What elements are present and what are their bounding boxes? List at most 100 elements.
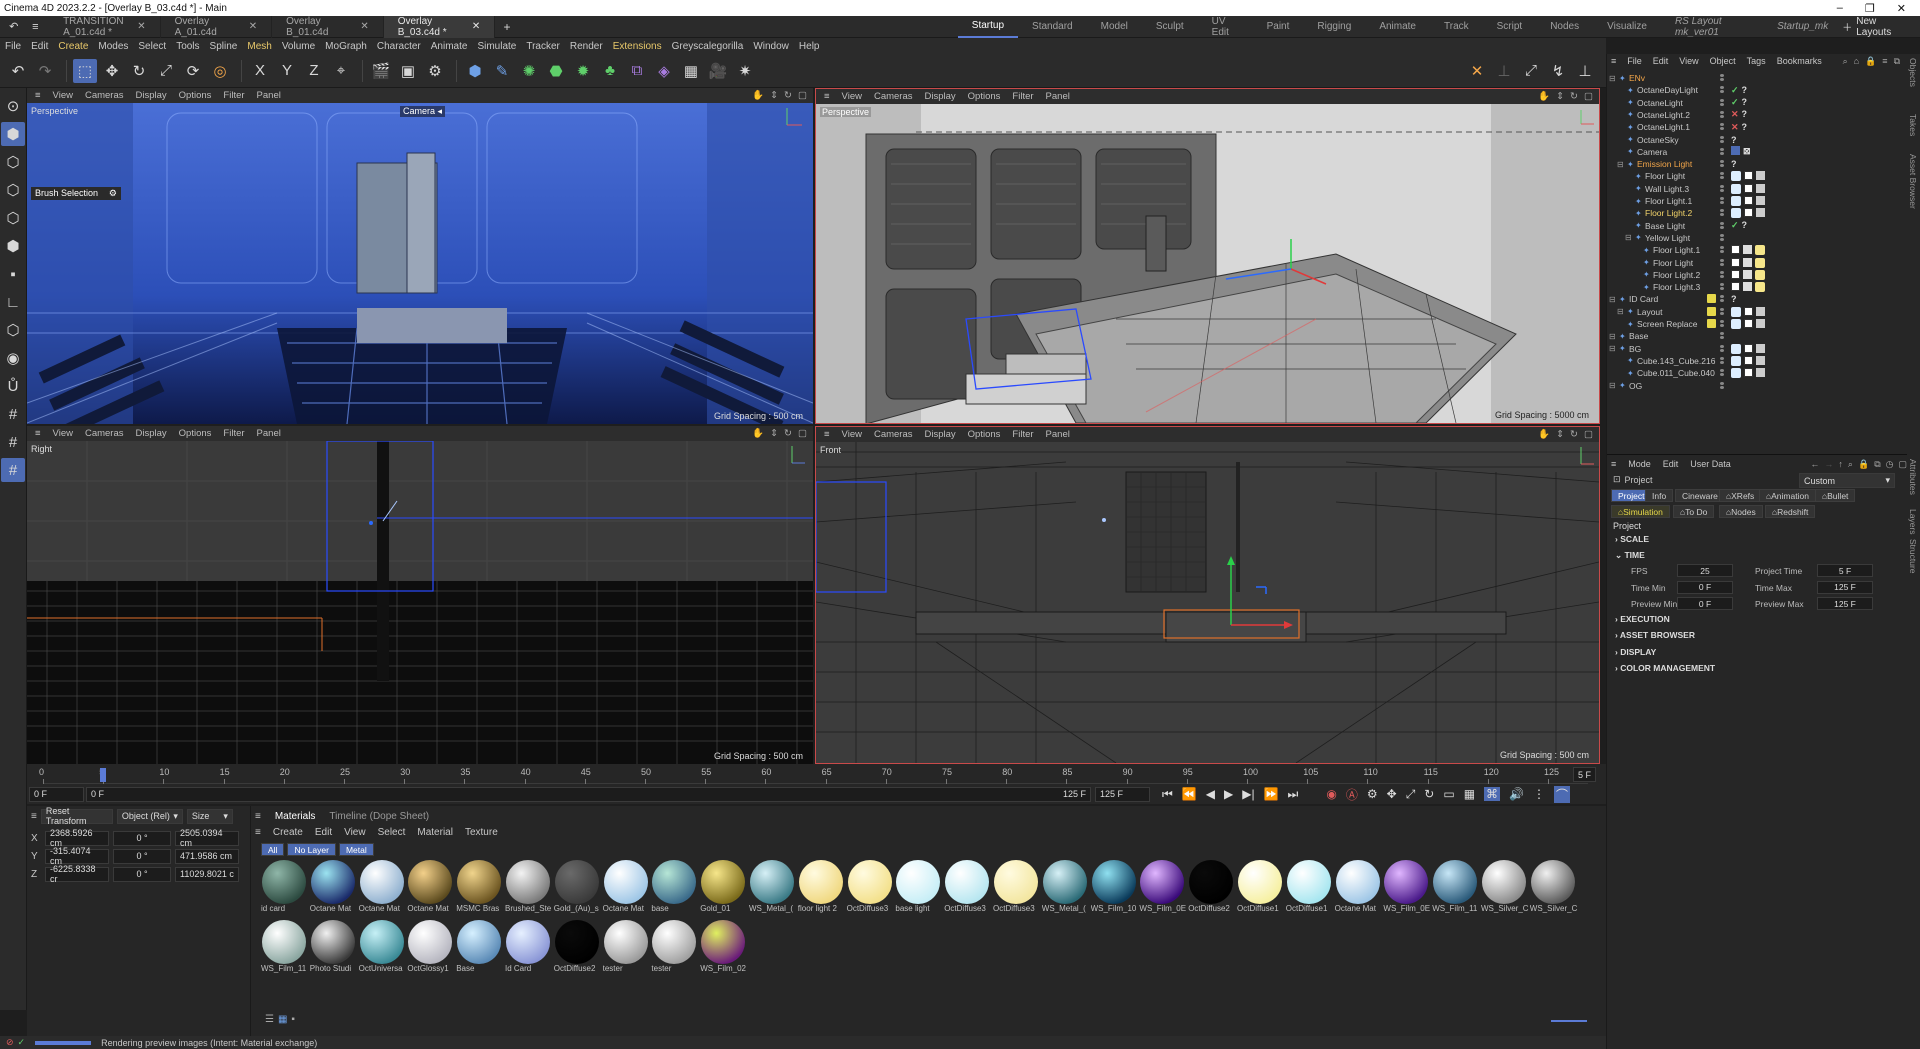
- preset-select[interactable]: Custom ▾: [1799, 473, 1895, 488]
- viewport-menu-icon[interactable]: ≡: [35, 428, 41, 439]
- obj-menu-object[interactable]: Object: [1710, 56, 1736, 66]
- attr-menu-edit[interactable]: Edit: [1663, 459, 1679, 469]
- material-swatch[interactable]: Photo Studi: [310, 920, 356, 978]
- vp-menu-options[interactable]: Options: [968, 429, 1001, 440]
- material-swatch[interactable]: WS_Silver_C: [1530, 860, 1577, 918]
- redo-icon[interactable]: ↷: [33, 59, 57, 83]
- object-tree-row[interactable]: ⊟ ✦ ENv: [1607, 72, 1907, 84]
- y-axis-icon[interactable]: Y: [275, 59, 299, 83]
- attr-tab-bullet[interactable]: ⌂ Bullet: [1815, 489, 1856, 502]
- viewport-solo-icon[interactable]: ⤢: [1519, 59, 1543, 83]
- vp-menu-view[interactable]: View: [53, 428, 73, 439]
- object-tag-icon[interactable]: [1731, 257, 1765, 268]
- param-key-icon[interactable]: ▭: [1443, 787, 1454, 801]
- coord-size-field[interactable]: 471.9586 cm: [175, 848, 239, 864]
- time-value-field[interactable]: 125 F: [1817, 597, 1873, 610]
- object-tree-row[interactable]: ⊟ ✦ ID Card?: [1607, 293, 1907, 305]
- vp-menu-display[interactable]: Display: [925, 91, 956, 102]
- material-swatch[interactable]: Base: [456, 920, 502, 978]
- material-swatch[interactable]: WS_Metal_(: [1042, 860, 1088, 918]
- go-to-start-icon[interactable]: ⏮: [1162, 787, 1173, 802]
- points-mode-icon[interactable]: ⬡: [1, 178, 25, 202]
- layout-tab[interactable]: Sculpt: [1142, 16, 1198, 38]
- enable-axis-icon[interactable]: ∟: [1, 290, 25, 314]
- autokey-icon[interactable]: Ⓐ: [1346, 786, 1358, 803]
- attr-menu-user-data[interactable]: User Data: [1690, 459, 1731, 469]
- attr-tab-simulation[interactable]: ⌂ Simulation: [1611, 505, 1670, 518]
- cube-icon[interactable]: ⬢: [463, 59, 487, 83]
- expand-toggle-icon[interactable]: ⊟: [1609, 381, 1616, 390]
- object-tree-row[interactable]: ⊟ ✦ Emission Light?: [1607, 158, 1907, 170]
- mat-menu-edit[interactable]: Edit: [315, 827, 332, 838]
- vp-menu-cameras[interactable]: Cameras: [874, 429, 913, 440]
- object-tag-icon[interactable]: ✓?: [1731, 85, 1747, 96]
- rotation-key-icon[interactable]: ↻: [1424, 787, 1434, 801]
- material-swatch[interactable]: Octane Mat: [603, 860, 649, 918]
- viewport-front[interactable]: ≡ View Cameras Display Options Filter Pa…: [815, 426, 1600, 764]
- side-tab-objects[interactable]: Objects: [1908, 58, 1918, 87]
- time-value-field[interactable]: 25: [1677, 564, 1733, 577]
- search-icon[interactable]: ⌕: [1843, 56, 1848, 67]
- object-tree-row[interactable]: ✦ OctaneDayLight ✓?: [1607, 84, 1907, 96]
- visibility-dots[interactable]: [1720, 135, 1726, 144]
- coordinate-system-icon[interactable]: ⌖: [329, 59, 353, 83]
- object-tree-row[interactable]: ✦ Floor Light.1: [1607, 244, 1907, 256]
- object-tree-row[interactable]: ✦ Floor Light.2: [1607, 207, 1907, 219]
- scale-icon[interactable]: ⤢: [154, 59, 178, 83]
- object-tree-row[interactable]: ⊟ ✦ OG: [1607, 380, 1907, 392]
- pan-icon[interactable]: ✋: [752, 428, 764, 439]
- obj-menu-bookmarks[interactable]: Bookmarks: [1777, 56, 1822, 66]
- dolly-icon[interactable]: ⇕: [1556, 429, 1564, 440]
- menu-help[interactable]: Help: [794, 41, 825, 52]
- new-layouts-button[interactable]: ＋ New Layouts: [1842, 16, 1920, 38]
- filter-all[interactable]: All: [261, 843, 285, 856]
- coord-rot-field[interactable]: 0 °: [113, 848, 171, 864]
- visibility-dots[interactable]: [1720, 98, 1726, 107]
- material-swatch[interactable]: OctGlossy1: [407, 920, 453, 978]
- vp-menu-panel[interactable]: Panel: [257, 428, 281, 439]
- object-tag-icon[interactable]: [1731, 355, 1765, 366]
- preview-size-slider[interactable]: [1551, 1020, 1587, 1022]
- vp-menu-filter[interactable]: Filter: [223, 90, 244, 101]
- object-tree-row[interactable]: ✦ Cube.011_Cube.040: [1607, 367, 1907, 379]
- x-axis-icon[interactable]: X: [248, 59, 272, 83]
- coordinate-mode-select[interactable]: Object (Rel) ▾: [116, 808, 183, 824]
- object-tree-row[interactable]: ✦ Floor Light.3: [1607, 281, 1907, 293]
- vp-menu-display[interactable]: Display: [925, 429, 956, 440]
- vp-menu-view[interactable]: View: [842, 91, 862, 102]
- mat-menu-view[interactable]: View: [344, 827, 366, 838]
- motion-system-icon[interactable]: ⌘: [1484, 787, 1501, 801]
- object-tree-row[interactable]: ✦ Floor Light.1: [1607, 195, 1907, 207]
- attributes-menu-icon[interactable]: ≡: [1611, 459, 1616, 469]
- menu-mesh[interactable]: Mesh: [242, 41, 276, 52]
- material-swatch[interactable]: Octane Mat: [310, 860, 356, 918]
- orbit-icon[interactable]: ↻: [1570, 429, 1578, 440]
- add-tab-icon[interactable]: +: [499, 19, 515, 35]
- viewport-perspective[interactable]: ≡ View Cameras Display Options Filter Pa…: [815, 88, 1600, 424]
- attr-tab-animation[interactable]: ⌂ Animation: [1759, 489, 1816, 502]
- object-tag-icon[interactable]: ?: [1731, 135, 1737, 145]
- layout-tab[interactable]: Startup_mk: [1763, 16, 1842, 38]
- viewport-right[interactable]: ≡ View Cameras Display Options Filter Pa…: [27, 426, 813, 764]
- visibility-dots[interactable]: [1720, 209, 1726, 217]
- time-value-field[interactable]: 5 F: [1817, 564, 1873, 577]
- previous-key-icon[interactable]: ⏪: [1182, 787, 1197, 801]
- object-tag-icon[interactable]: [1731, 306, 1765, 317]
- visibility-dots[interactable]: [1720, 74, 1726, 82]
- material-swatch[interactable]: WS_Film_0E: [1383, 860, 1430, 918]
- camera-badge[interactable]: Camera ◂: [400, 106, 446, 117]
- keyframe-interpolation-icon[interactable]: ⌒: [1554, 785, 1571, 803]
- material-swatch[interactable]: base: [651, 860, 697, 918]
- menu-greyscalegorilla[interactable]: Greyscalegorilla: [667, 41, 749, 52]
- mat-menu-create[interactable]: Create: [273, 827, 303, 838]
- object-tag-icon[interactable]: [1731, 368, 1765, 379]
- layout-tab[interactable]: UV Edit: [1198, 16, 1253, 38]
- tab-timeline-dope-sheet[interactable]: Timeline (Dope Sheet): [329, 811, 429, 822]
- search-icon[interactable]: ⌕: [1848, 459, 1853, 470]
- tab-materials[interactable]: Materials: [275, 811, 316, 822]
- up-icon[interactable]: ↑: [1838, 459, 1843, 470]
- previous-frame-icon[interactable]: ◀: [1206, 787, 1215, 801]
- material-swatch[interactable]: Octane Mat: [1335, 860, 1381, 918]
- attr-tab-nodes[interactable]: ⌂ Nodes: [1719, 505, 1763, 518]
- size-mode-select[interactable]: Size ▾: [186, 808, 233, 824]
